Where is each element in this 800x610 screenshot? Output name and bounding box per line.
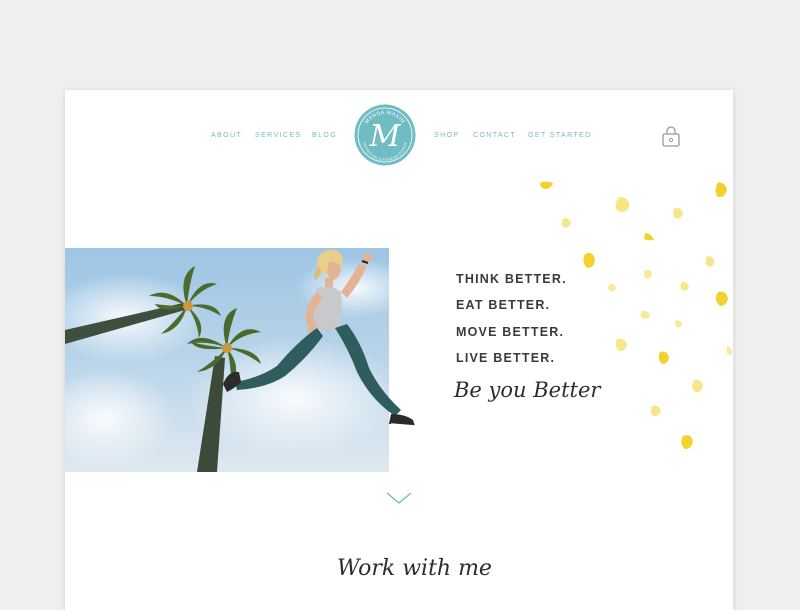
tagline-think: THINK BETTER.: [456, 272, 567, 286]
tagline-live: LIVE BETTER.: [456, 351, 556, 365]
nav-services[interactable]: SERVICES: [255, 132, 301, 139]
nav-get-started[interactable]: GET STARTED: [528, 132, 592, 139]
brand-logo[interactable]: MANDA MAXIM NUTRITION & FITNESS COACH M: [352, 102, 418, 168]
tagline-move: MOVE BETTER.: [456, 325, 565, 339]
tagline-eat: EAT BETTER.: [456, 298, 551, 312]
confetti-decoration: [540, 181, 733, 449]
nav-blog[interactable]: BLOG: [312, 132, 337, 139]
nav-about[interactable]: ABOUT: [211, 132, 242, 139]
shopping-bag-icon: [662, 126, 680, 147]
logo-badge-icon: MANDA MAXIM NUTRITION & FITNESS COACH M: [353, 103, 417, 167]
cart-button[interactable]: [661, 126, 681, 148]
nav-shop[interactable]: SHOP: [434, 132, 459, 139]
website-page: ABOUT SERVICES BLOG MANDA MAXIM NUTRITIO…: [65, 90, 733, 610]
runner-figure: [223, 250, 416, 427]
chevron-down-icon[interactable]: [385, 490, 413, 506]
logo-initial: M: [369, 119, 402, 154]
script-slogan: Be you Better: [454, 378, 601, 402]
nav-contact[interactable]: CONTACT: [473, 132, 516, 139]
section-title: Work with me: [337, 556, 492, 581]
